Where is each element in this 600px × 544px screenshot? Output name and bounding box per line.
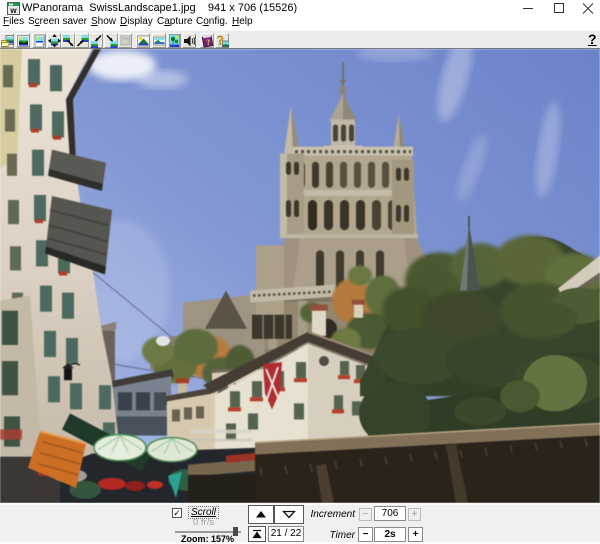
svg-text:w: w <box>9 6 17 15</box>
